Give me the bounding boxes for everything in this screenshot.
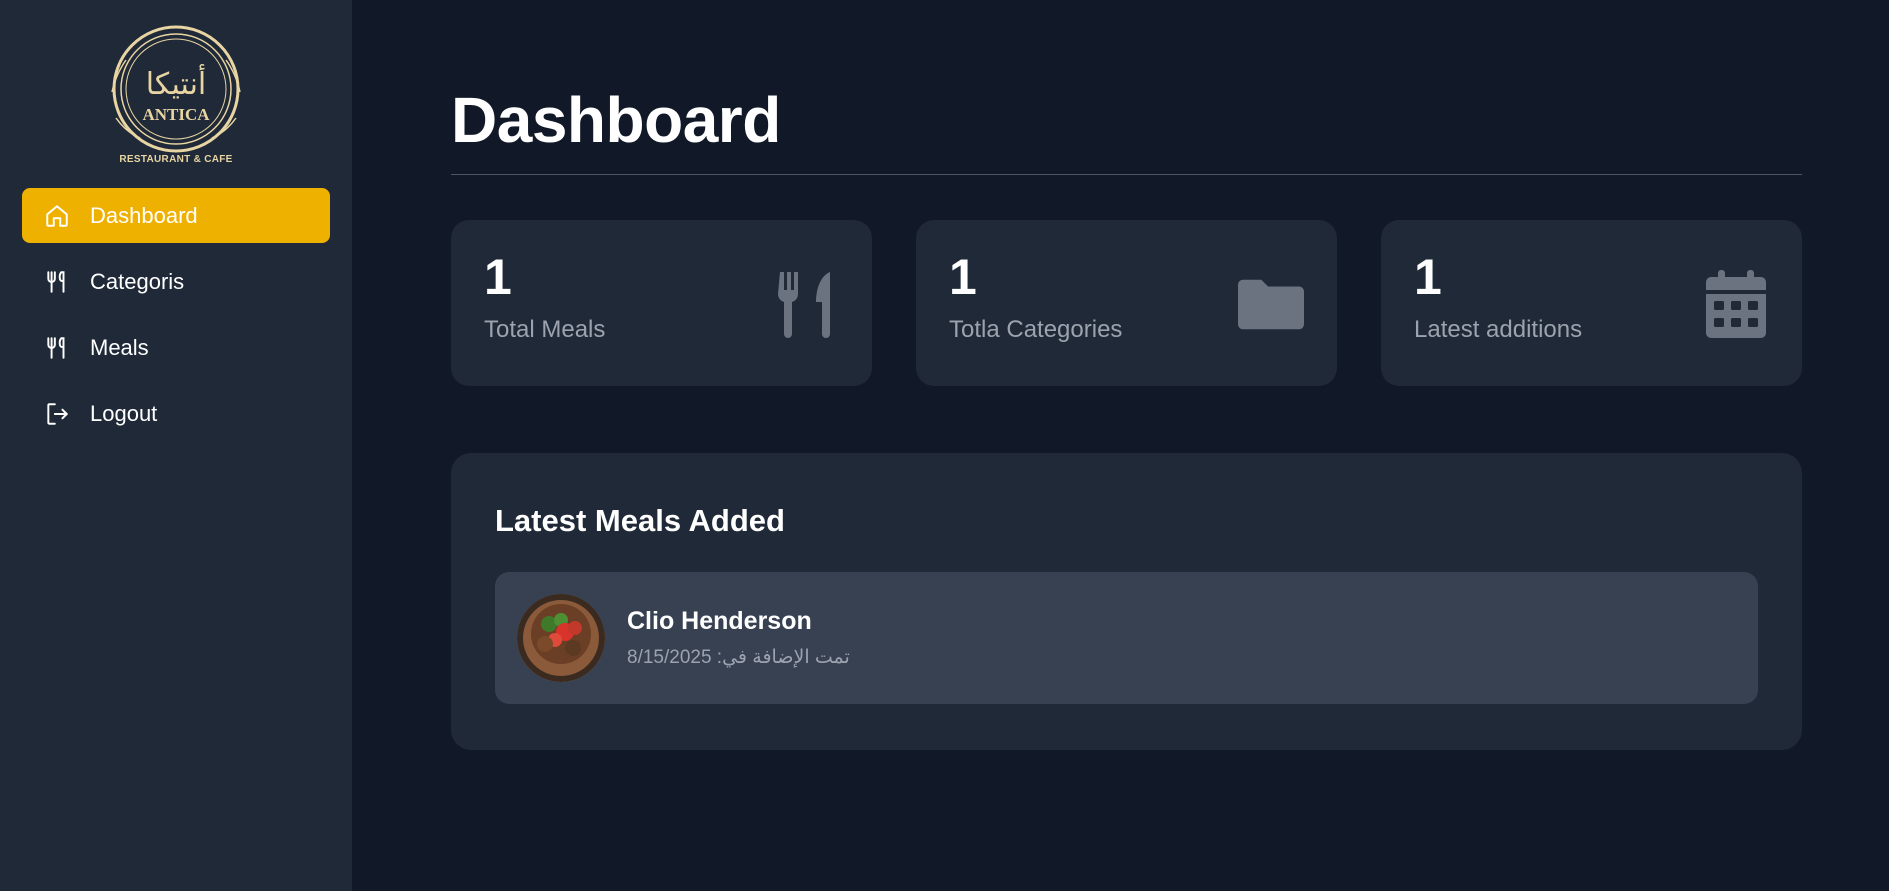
logo-seal-icon: أنتيكا ANTICA bbox=[111, 25, 241, 153]
svg-text:أنتيكا: أنتيكا bbox=[146, 63, 207, 102]
meal-name: Clio Henderson bbox=[627, 607, 812, 635]
latest-meals-panel: Latest Meals Added Clio Henderson تمت ال… bbox=[451, 453, 1802, 750]
sidebar-item-meals[interactable]: Meals bbox=[22, 320, 330, 375]
utensils-icon bbox=[44, 269, 70, 295]
svg-text:ANTICA: ANTICA bbox=[142, 105, 210, 124]
sidebar-item-logout[interactable]: Logout bbox=[22, 386, 330, 441]
app-shell: أنتيكا ANTICA RESTAURANT & CAFE Dashboar… bbox=[0, 0, 1889, 891]
stat-card-total-meals: 1 Total Meals bbox=[451, 220, 872, 386]
main-content: Dashboard 1 Total Meals 1 Totla Categori… bbox=[352, 0, 1889, 891]
page-title: Dashboard bbox=[451, 88, 1802, 175]
stats-row: 1 Total Meals 1 Totla Categories 1 Lates… bbox=[451, 220, 1802, 386]
sidebar-item-label: Categoris bbox=[90, 268, 185, 294]
logout-icon bbox=[44, 401, 70, 427]
meal-text: Clio Henderson تمت الإضافة في: 8/15/2025 bbox=[627, 607, 850, 669]
sidebar-item-label: Dashboard bbox=[90, 202, 198, 228]
sidebar-item-label: Logout bbox=[90, 400, 158, 426]
stat-card-total-categories: 1 Totla Categories bbox=[916, 220, 1337, 386]
sidebar-item-dashboard[interactable]: Dashboard bbox=[22, 188, 330, 243]
sidebar-item-categories[interactable]: Categoris bbox=[22, 254, 330, 309]
home-icon bbox=[44, 203, 70, 229]
brand-logo[interactable]: أنتيكا ANTICA RESTAURANT & CAFE bbox=[0, 20, 352, 170]
meal-thumbnail bbox=[517, 594, 605, 682]
calendar-icon bbox=[1703, 270, 1769, 338]
list-item[interactable]: Clio Henderson تمت الإضافة في: 8/15/2025 bbox=[495, 572, 1758, 704]
sidebar-nav: Dashboard Categoris Meals Logout bbox=[0, 188, 352, 441]
latest-meals-title: Latest Meals Added bbox=[495, 503, 785, 538]
sidebar-item-label: Meals bbox=[90, 334, 149, 360]
utensils-icon bbox=[44, 335, 70, 361]
sidebar: أنتيكا ANTICA RESTAURANT & CAFE Dashboar… bbox=[0, 0, 352, 891]
folder-icon bbox=[1238, 270, 1304, 338]
fork-knife-icon bbox=[773, 270, 839, 338]
stat-card-latest-additions: 1 Latest additions bbox=[1381, 220, 1802, 386]
meal-added-date: تمت الإضافة في: 8/15/2025 bbox=[627, 647, 850, 668]
